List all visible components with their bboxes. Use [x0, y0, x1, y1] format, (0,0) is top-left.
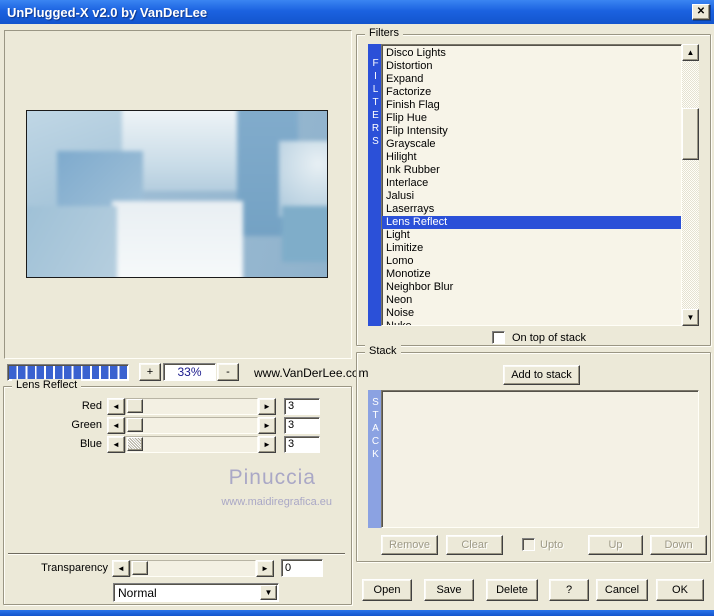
dropdown-arrow-icon[interactable]: ▼ [260, 585, 277, 600]
filter-item[interactable]: Neon [382, 294, 681, 307]
red-value-field[interactable]: 3 [284, 398, 320, 415]
red-label: Red [81, 400, 102, 412]
filter-item[interactable]: Flip Intensity [382, 125, 681, 138]
zoom-out-button[interactable]: - [217, 363, 239, 381]
filters-scrollbar[interactable]: ▲ ▼ [682, 44, 699, 326]
scroll-down-icon[interactable]: ▼ [682, 309, 699, 326]
filters-side-label: FILTERS [370, 58, 381, 149]
scroll-up-icon[interactable]: ▲ [682, 44, 699, 61]
window-bottom-border [0, 610, 714, 616]
filter-item[interactable]: Finish Flag [382, 99, 681, 112]
filter-item[interactable]: Distortion [382, 60, 681, 73]
preview-panel [4, 30, 352, 359]
blend-mode-selected: Normal [118, 585, 157, 600]
red-slider-left-arrow-icon[interactable]: ◄ [107, 398, 125, 415]
transparency-slider-right-arrow-icon[interactable]: ► [256, 560, 274, 577]
filter-item[interactable]: Hilight [382, 151, 681, 164]
transparency-slider-track[interactable] [130, 560, 256, 577]
scrollbar-thumb[interactable] [682, 108, 699, 160]
blend-mode-dropdown[interactable]: Normal ▼ [113, 583, 279, 602]
divider-line [8, 553, 345, 555]
filters-side-bar: FILTERS [368, 44, 381, 326]
blue-label: Blue [79, 438, 102, 450]
green-value-field[interactable]: 3 [284, 417, 320, 434]
blue-slider-track[interactable] [125, 436, 258, 453]
filter-item[interactable]: Neighbor Blur [382, 281, 681, 294]
filter-item[interactable]: Light [382, 229, 681, 242]
green-label: Green [71, 419, 102, 431]
title-bar: UnPlugged-X v2.0 by VanDerLee [0, 0, 714, 24]
stack-group-label: Stack [365, 345, 401, 357]
filter-item[interactable]: Monotize [382, 268, 681, 281]
blue-slider-left-arrow-icon[interactable]: ◄ [107, 436, 125, 453]
zoom-level-field: 33% [163, 363, 216, 381]
filter-item[interactable]: Grayscale [382, 138, 681, 151]
filter-item[interactable]: Nuke [382, 320, 681, 325]
on-top-of-stack-checkbox[interactable] [492, 331, 505, 344]
green-slider-track[interactable] [125, 417, 258, 434]
on-top-of-stack-label: On top of stack [512, 332, 586, 344]
red-slider-track[interactable] [125, 398, 258, 415]
filter-item[interactable]: Lens Reflect [382, 216, 681, 229]
help-button[interactable]: ? [549, 579, 589, 601]
remove-button[interactable]: Remove [381, 535, 438, 555]
red-slider-right-arrow-icon[interactable]: ► [258, 398, 276, 415]
save-button[interactable]: Save [424, 579, 474, 601]
vanderlee-website-text: www.VanDerLee.com [254, 366, 369, 380]
preview-image[interactable] [26, 110, 328, 278]
upto-label: Upto [540, 539, 564, 551]
green-slider-left-arrow-icon[interactable]: ◄ [107, 417, 125, 434]
blue-value-field[interactable]: 3 [284, 436, 320, 453]
delete-button[interactable]: Delete [486, 579, 538, 601]
lens-reflect-group-label: Lens Reflect [12, 379, 82, 391]
down-button[interactable]: Down [650, 535, 707, 555]
transparency-value-field[interactable]: 0 [281, 559, 323, 577]
cancel-button[interactable]: Cancel [596, 579, 648, 601]
unplugged-x-dialog: UnPlugged-X v2.0 by VanDerLee ✕ + 33% - … [0, 0, 714, 616]
stack-side-label: STACK [370, 397, 381, 462]
filters-group-label: Filters [365, 27, 403, 39]
filter-item[interactable]: Factorize [382, 86, 681, 99]
clear-button[interactable]: Clear [446, 535, 503, 555]
add-to-stack-button[interactable]: Add to stack [503, 365, 580, 385]
filter-item[interactable]: Interlace [382, 177, 681, 190]
filter-item[interactable]: Disco Lights [382, 47, 681, 60]
transparency-slider-thumb[interactable] [132, 561, 148, 575]
ok-button[interactable]: OK [656, 579, 704, 601]
watermark-url: www.maidiregrafica.eu [221, 496, 332, 508]
open-button[interactable]: Open [362, 579, 412, 601]
upto-checkbox[interactable] [522, 538, 535, 551]
blue-slider-thumb[interactable] [127, 437, 143, 451]
green-slider-right-arrow-icon[interactable]: ► [258, 417, 276, 434]
filter-item[interactable]: Laserrays [382, 203, 681, 216]
filter-item[interactable]: Expand [382, 73, 681, 86]
filter-item[interactable]: Limitize [382, 242, 681, 255]
window-title: UnPlugged-X v2.0 by VanDerLee [7, 4, 208, 20]
red-slider-thumb[interactable] [127, 399, 143, 413]
stack-list[interactable] [381, 390, 699, 528]
filter-item[interactable]: Flip Hue [382, 112, 681, 125]
up-button[interactable]: Up [588, 535, 643, 555]
close-button[interactable]: ✕ [692, 4, 710, 20]
zoom-in-button[interactable]: + [139, 363, 161, 381]
stack-side-bar: STACK [368, 390, 381, 528]
watermark-name: Pinuccia [228, 466, 316, 489]
green-slider-thumb[interactable] [127, 418, 143, 432]
filter-item[interactable]: Jalusi [382, 190, 681, 203]
transparency-slider-left-arrow-icon[interactable]: ◄ [112, 560, 130, 577]
preview-abstract-art [27, 111, 327, 277]
transparency-label: Transparency [41, 562, 108, 574]
filters-list[interactable]: Disco Lights Distortion Expand Factorize Fin… [381, 44, 682, 326]
filter-item[interactable]: Lomo [382, 255, 681, 268]
filter-item[interactable]: Noise [382, 307, 681, 320]
filter-item[interactable]: Ink Rubber [382, 164, 681, 177]
progress-segments [9, 366, 127, 379]
blue-slider-right-arrow-icon[interactable]: ► [258, 436, 276, 453]
